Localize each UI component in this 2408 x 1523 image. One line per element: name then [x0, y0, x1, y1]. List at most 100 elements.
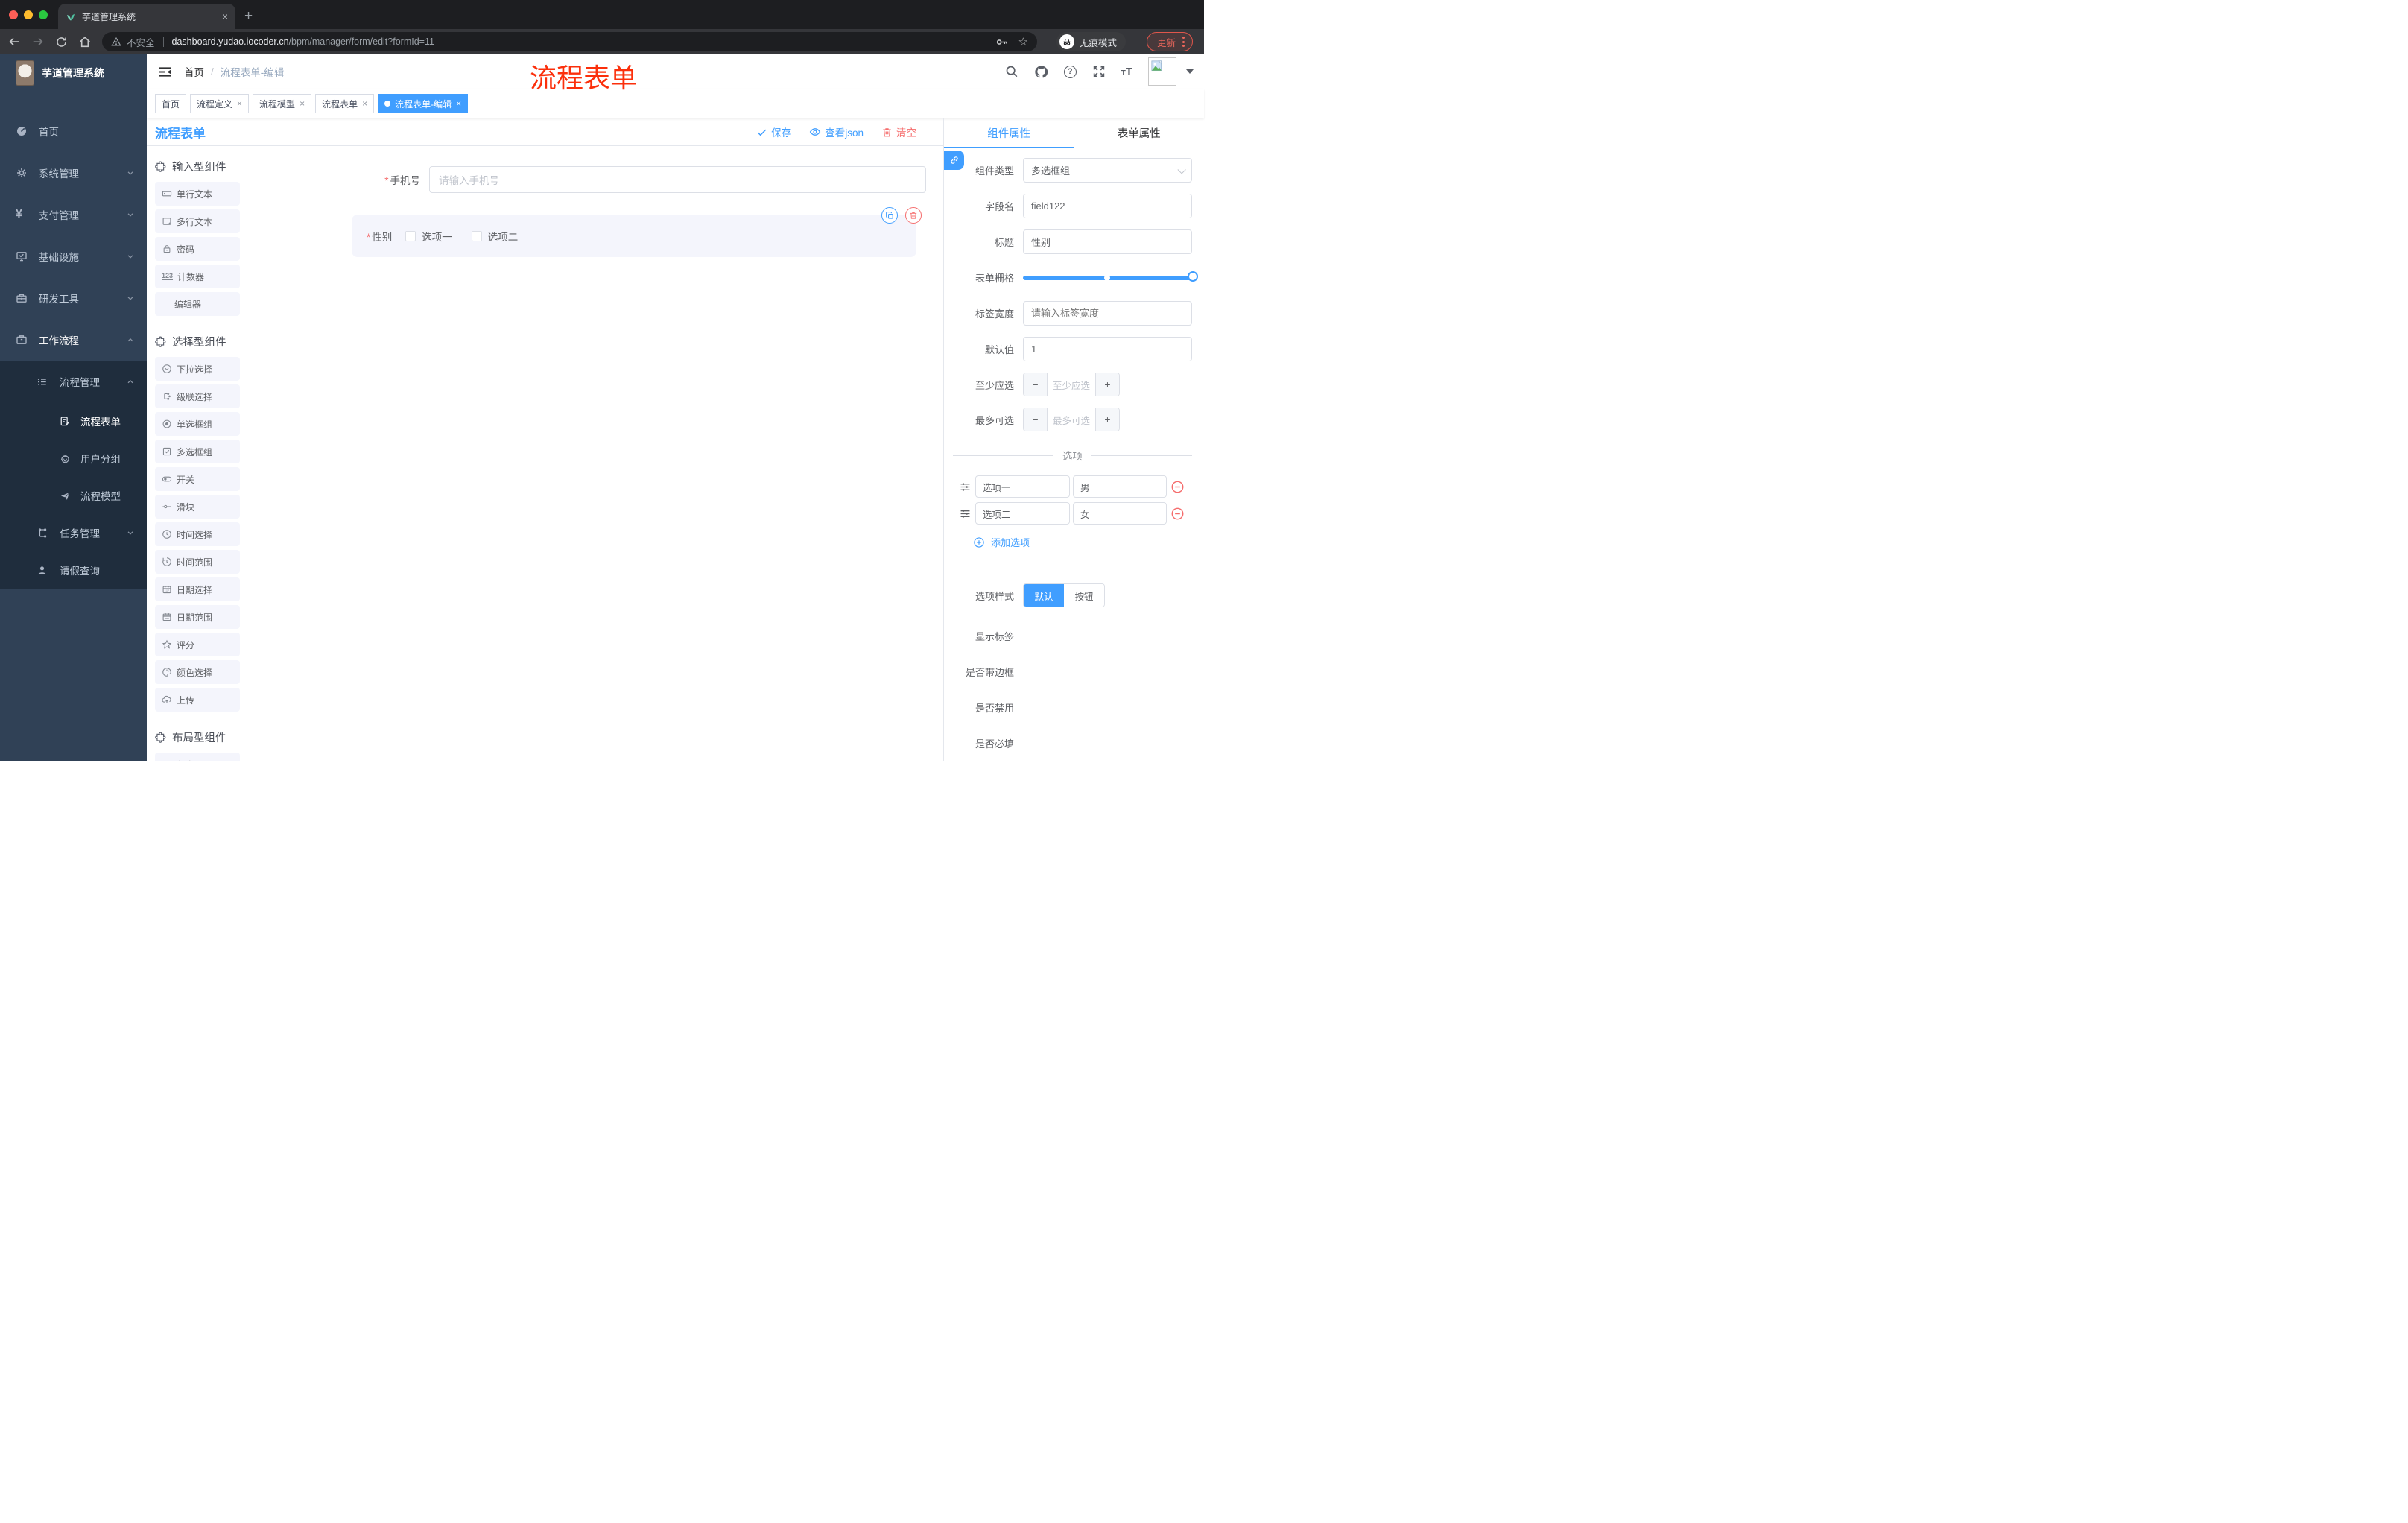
stepper-decrease-button[interactable]: −	[1024, 373, 1048, 396]
avatar-caret-icon[interactable]	[1186, 69, 1194, 74]
zoom-window-button[interactable]	[39, 10, 48, 19]
max-select-value[interactable]: 最多可选	[1048, 408, 1095, 431]
canvas-field-gender-selected[interactable]: * 性别 选项一 选项二	[352, 215, 916, 257]
tag-process-model[interactable]: 流程模型 ×	[253, 94, 312, 113]
sidebar-item-payment[interactable]: ¥ 支付管理	[0, 194, 147, 235]
sidebar-item-process-form[interactable]: 流程表单	[0, 402, 147, 440]
style-button-button[interactable]: 按钮	[1064, 584, 1104, 607]
add-option-button[interactable]: 添加选项	[973, 535, 1192, 549]
search-icon[interactable]	[1005, 65, 1018, 78]
reload-icon[interactable]	[55, 36, 68, 48]
tab-close-icon[interactable]: ×	[222, 10, 228, 22]
checkbox[interactable]	[471, 230, 482, 241]
sidebar-item-system[interactable]: 系统管理	[0, 152, 147, 194]
security-warning-icon[interactable]	[111, 37, 121, 47]
breadcrumb-home[interactable]: 首页	[184, 64, 204, 79]
min-select-stepper[interactable]: − 至少应选 +	[1023, 373, 1120, 396]
remove-option-icon[interactable]	[1170, 480, 1185, 494]
component-time-range[interactable]: 时间范围	[155, 550, 240, 574]
browser-tab[interactable]: 芋道管理系统 ×	[58, 4, 235, 29]
component-multi-line-text[interactable]: 多行文本	[155, 209, 240, 233]
fullscreen-icon[interactable]	[1092, 65, 1106, 78]
component-single-line-text[interactable]: 单行文本	[155, 182, 240, 206]
option-value-input[interactable]	[1073, 475, 1167, 498]
sidebar-item-home[interactable]: 首页	[0, 110, 147, 152]
component-date-range[interactable]: 日期范围	[155, 605, 240, 629]
min-select-value[interactable]: 至少应选	[1048, 373, 1095, 396]
font-size-icon[interactable]: TT	[1121, 66, 1132, 78]
tag-process-definition[interactable]: 流程定义 ×	[190, 94, 250, 113]
gender-option-2[interactable]: 选项二	[471, 229, 518, 244]
tag-process-form-edit[interactable]: 流程表单-编辑 ×	[378, 94, 469, 113]
avatar[interactable]	[1148, 57, 1176, 86]
phone-input[interactable]: 请输入手机号	[429, 166, 926, 193]
component-editor[interactable]: 编辑器	[155, 292, 240, 316]
component-checkbox-group[interactable]: 多选框组	[155, 440, 240, 463]
stepper-decrease-button[interactable]: −	[1024, 408, 1048, 431]
title-input[interactable]	[1023, 229, 1192, 254]
style-default-button[interactable]: 默认	[1024, 584, 1064, 607]
help-icon[interactable]: ?	[1063, 65, 1077, 78]
option-value-input[interactable]	[1073, 502, 1167, 525]
link-badge[interactable]	[944, 151, 964, 170]
sidebar-item-process-model[interactable]: 流程模型	[0, 477, 147, 514]
tab-form-props[interactable]: 表单属性	[1074, 118, 1205, 148]
view-json-button[interactable]: 查看json	[809, 124, 864, 139]
sidebar-item-leave-query[interactable]: 请假查询	[0, 551, 147, 589]
sidebar-item-process-management[interactable]: 流程管理	[0, 361, 147, 402]
component-slider[interactable]: 滑块	[155, 495, 240, 519]
browser-update-button[interactable]: 更新	[1147, 32, 1194, 51]
window-controls[interactable]	[0, 0, 58, 29]
delete-field-button[interactable]	[905, 207, 922, 224]
sidebar-item-user-group[interactable]: 用户分组	[0, 440, 147, 477]
tag-close-icon[interactable]: ×	[362, 98, 367, 109]
stepper-increase-button[interactable]: +	[1095, 373, 1119, 396]
component-upload[interactable]: 上传	[155, 688, 240, 712]
sidebar-item-devtools[interactable]: 研发工具	[0, 277, 147, 319]
back-icon[interactable]	[7, 35, 21, 48]
clear-button[interactable]: 清空	[881, 124, 916, 139]
drag-handle-icon[interactable]	[959, 507, 972, 520]
stepper-increase-button[interactable]: +	[1095, 408, 1119, 431]
component-color-picker[interactable]: 颜色选择	[155, 660, 240, 684]
close-window-button[interactable]	[9, 10, 18, 19]
component-rate[interactable]: 评分	[155, 633, 240, 656]
checkbox[interactable]	[405, 230, 416, 241]
default-value-input[interactable]	[1023, 337, 1192, 361]
component-select[interactable]: 下拉选择	[155, 357, 240, 381]
tag-process-form[interactable]: 流程表单 ×	[315, 94, 375, 113]
password-key-icon[interactable]	[995, 36, 1008, 48]
save-button[interactable]: 保存	[756, 124, 791, 139]
option-label-input[interactable]	[975, 502, 1070, 525]
sidebar-item-task-management[interactable]: 任务管理	[0, 514, 147, 551]
component-radio-group[interactable]: 单选框组	[155, 412, 240, 436]
option-label-input[interactable]	[975, 475, 1070, 498]
component-type-select[interactable]: 多选框组	[1023, 158, 1192, 183]
component-cascader[interactable]: 级联选择	[155, 384, 240, 408]
component-counter[interactable]: 123 计数器	[155, 265, 240, 288]
browser-menu-icon[interactable]	[1182, 37, 1185, 47]
new-tab-button[interactable]: +	[244, 8, 253, 25]
bookmark-star-icon[interactable]: ☆	[1018, 35, 1028, 48]
label-width-input[interactable]	[1023, 301, 1192, 326]
gender-option-1[interactable]: 选项一	[405, 229, 452, 244]
component-password[interactable]: 密码	[155, 237, 240, 261]
github-icon[interactable]	[1034, 65, 1048, 79]
form-canvas[interactable]: * 手机号 请输入手机号 * 性别 选项一 选项二	[335, 146, 943, 762]
tag-close-icon[interactable]: ×	[300, 98, 305, 109]
forward-icon[interactable]	[31, 35, 45, 48]
component-switch[interactable]: 开关	[155, 467, 240, 491]
minimize-window-button[interactable]	[24, 10, 33, 19]
sidebar-item-workflow[interactable]: 工作流程	[0, 319, 147, 361]
app-logo[interactable]: 芋道管理系统	[0, 54, 147, 92]
security-label[interactable]: 不安全	[127, 35, 155, 49]
canvas-field-phone[interactable]: * 手机号 请输入手机号	[335, 166, 926, 193]
form-grid-slider[interactable]	[1023, 265, 1198, 290]
component-time-picker[interactable]: 时间选择	[155, 522, 240, 546]
tag-close-icon[interactable]: ×	[237, 98, 242, 109]
sidebar-item-infrastructure[interactable]: 基础设施	[0, 235, 147, 277]
sidebar-collapse-icon[interactable]	[158, 65, 172, 79]
url-text[interactable]: dashboard.yudao.iocoder.cn/bpm/manager/f…	[172, 37, 434, 47]
tab-component-props[interactable]: 组件属性	[944, 118, 1074, 148]
field-name-input[interactable]	[1023, 194, 1192, 218]
